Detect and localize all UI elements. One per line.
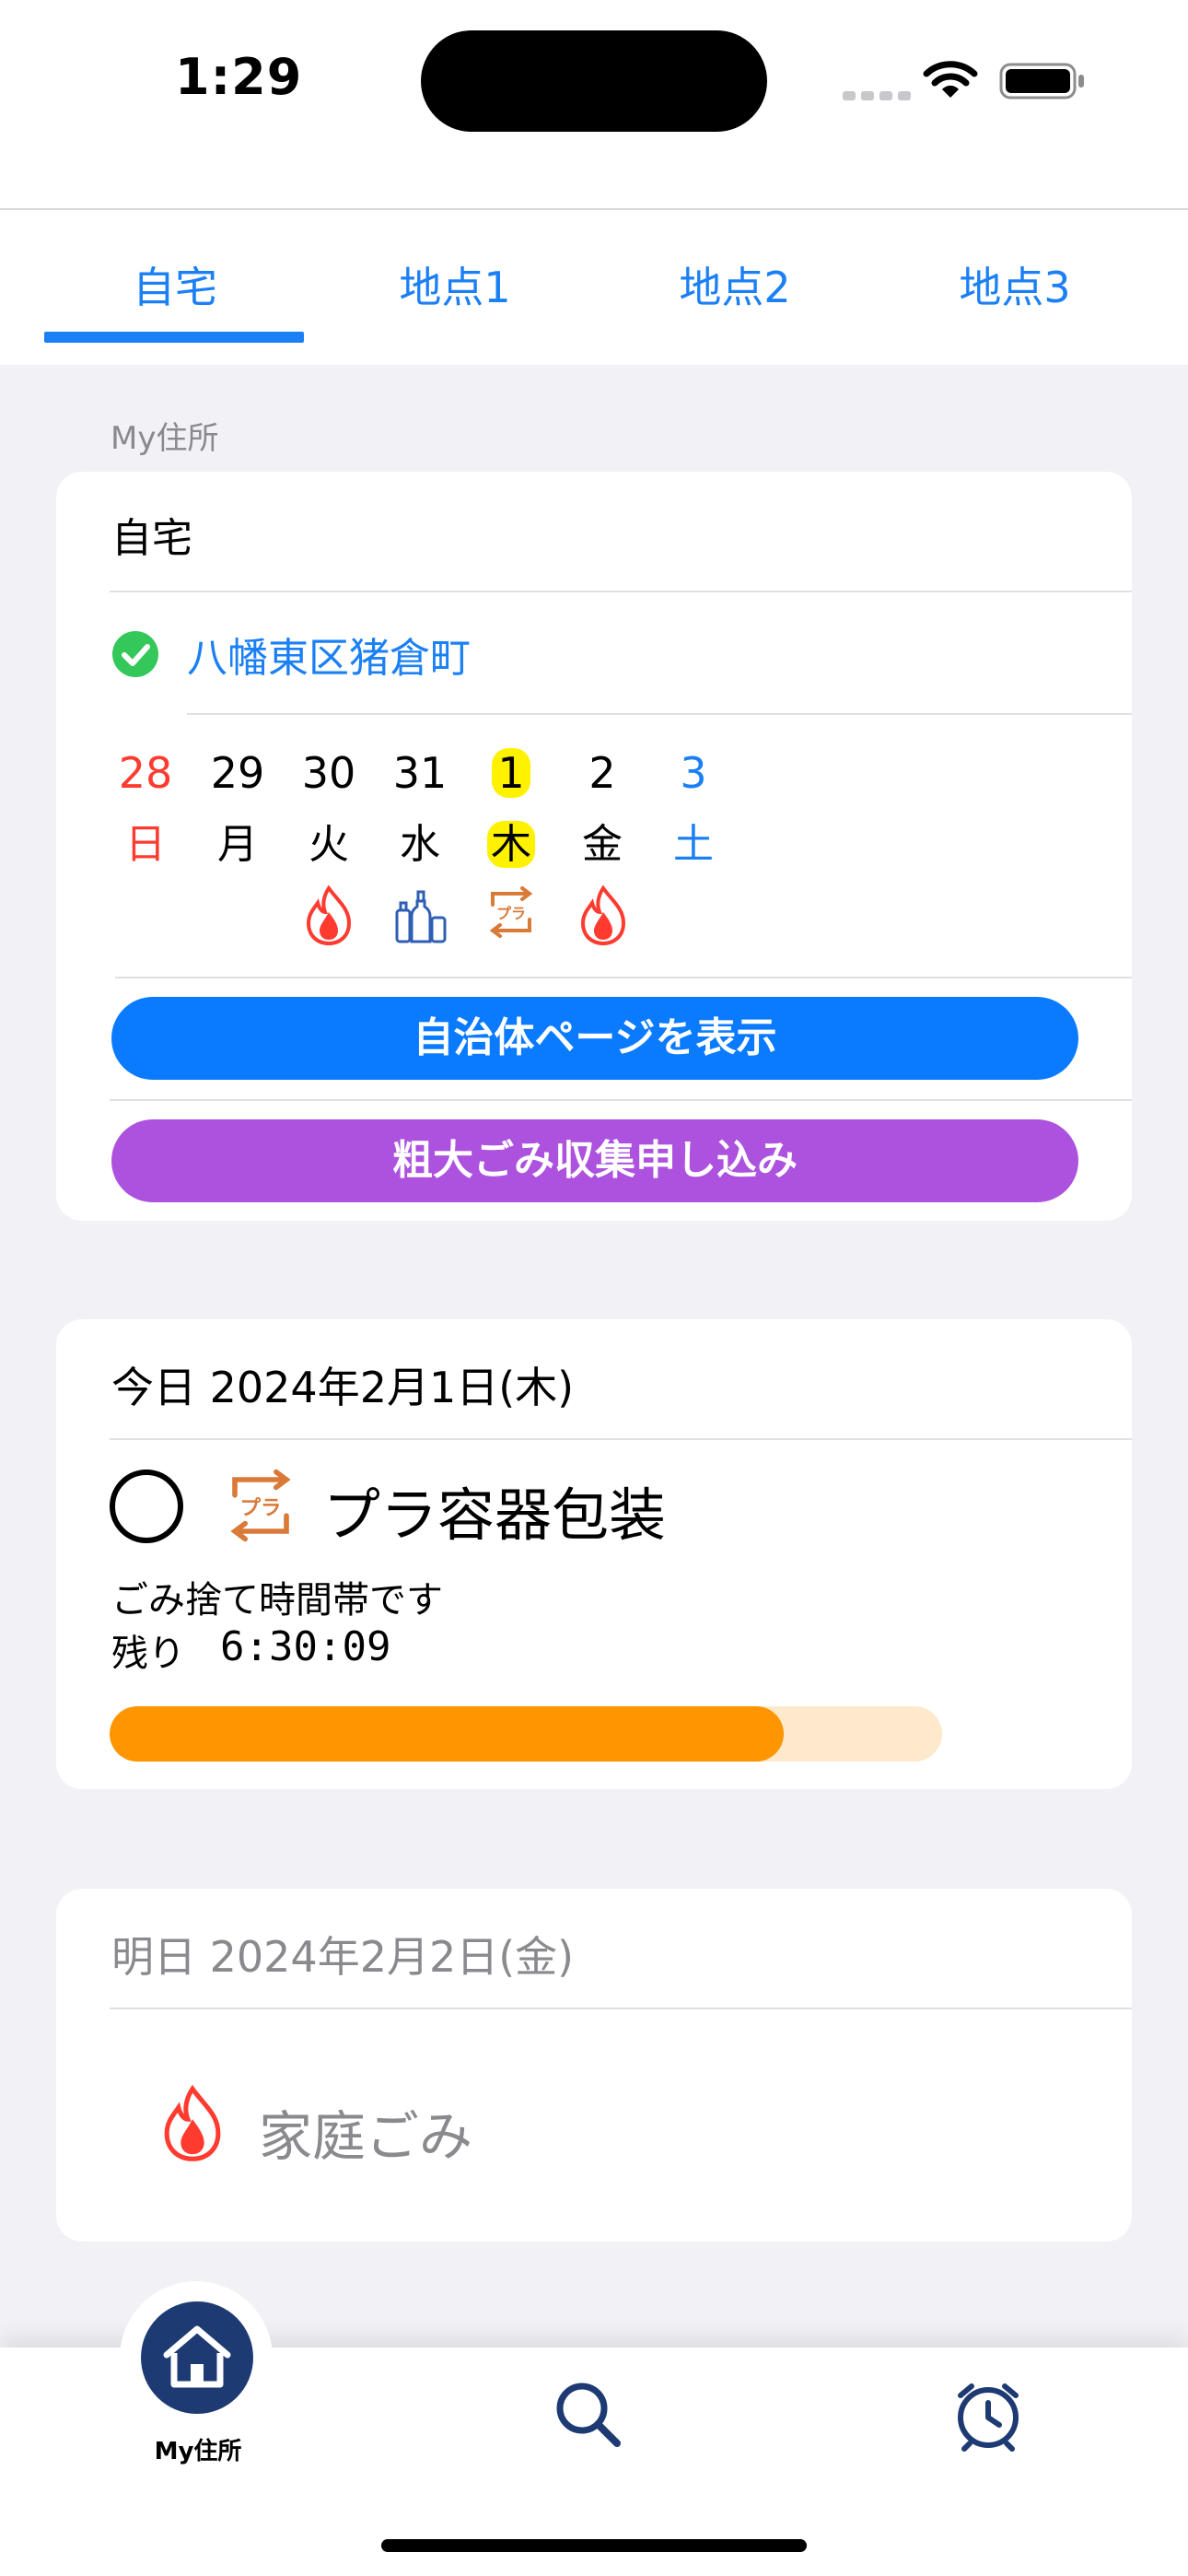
svg-text:プラ: プラ [496, 905, 526, 922]
bulky-waste-request-button[interactable]: 粗大ごみ収集申し込み [111, 1119, 1078, 1202]
wifi-icon [923, 61, 978, 98]
location-name: 自宅 [111, 515, 192, 562]
house-icon [163, 2325, 231, 2388]
divider [115, 977, 1132, 978]
tomorrow-collection-card: 明日 2024年2月2日(金) 家庭ごみ [56, 1889, 1132, 2242]
divider [110, 591, 1132, 592]
calendar-weekday: 月 [217, 821, 258, 868]
remaining-progress-bar [110, 1706, 942, 1762]
alarm-clock-icon[interactable] [951, 2379, 1025, 2453]
tab-location-3[interactable]: 地点3 [886, 254, 1144, 315]
calendar-day-number: 28 [118, 748, 173, 798]
trash-type-label: プラ容器包装 [323, 1481, 667, 1549]
remaining-progress-fill [110, 1706, 785, 1762]
status-time: 1:29 [175, 48, 303, 106]
today-collection-card: 今日 2024年2月1日(木) プラ プラ容器包装 ごみ捨て時間帯です 残り 6… [56, 1319, 1132, 1789]
home-indicator [381, 2539, 807, 2552]
svg-text:プラ: プラ [240, 1496, 282, 1520]
battery-icon [999, 63, 1084, 100]
calendar-day-number-today: 1 [474, 748, 548, 798]
address-link[interactable]: 八幡東区猪倉町 [187, 625, 471, 684]
location-tab-bar: 自宅 地点1 地点2 地点3 [0, 208, 1188, 365]
burnable-trash-icon [164, 2084, 221, 2161]
calendar-weekday: 金 [582, 821, 623, 868]
calendar-weekday: 日 [125, 821, 166, 868]
tab-location-2[interactable]: 地点2 [606, 254, 864, 315]
calendar-weekday: 火 [309, 821, 349, 868]
bottles-cans-icon [395, 890, 447, 943]
calendar-day-number: 30 [301, 748, 356, 798]
divider [187, 713, 1132, 715]
nav-home-button[interactable] [141, 2301, 253, 2414]
calendar-day-number: 2 [588, 748, 616, 798]
divider [110, 2008, 1132, 2009]
home-address-card: 自宅 八幡東区猪倉町 28 29 30 31 1 2 3 日 月 火 水 木 金… [56, 472, 1132, 1221]
remaining-countdown: 6:30:09 [220, 1623, 391, 1670]
tomorrow-date-header: 明日 2024年2月2日(金) [111, 1932, 575, 1982]
burnable-trash-icon [306, 884, 352, 945]
today-date-header: 今日 2024年2月1日(木) [111, 1363, 575, 1412]
tab-home[interactable]: 自宅 [46, 254, 304, 315]
checkmark-icon [112, 631, 158, 677]
search-icon[interactable] [553, 2379, 624, 2451]
calendar-day-number: 29 [210, 748, 265, 798]
divider [110, 1438, 1132, 1440]
trash-type-label: 家庭ごみ [259, 2105, 473, 2168]
divider [110, 1099, 1132, 1101]
remaining-label: 残り [111, 1633, 185, 1675]
tab-selected-indicator [44, 332, 304, 343]
burnable-trash-icon [580, 884, 626, 945]
plastic-packaging-icon: プラ [489, 886, 533, 938]
calendar-day-number: 3 [680, 748, 707, 798]
calendar-weekday: 土 [673, 821, 714, 868]
plastic-packaging-icon: プラ [230, 1469, 291, 1542]
section-header: My住所 [111, 420, 219, 457]
calendar-weekday-today: 木 [474, 811, 548, 870]
calendar-weekday: 水 [400, 821, 440, 868]
dynamic-island [421, 30, 767, 132]
tab-location-1[interactable]: 地点1 [326, 254, 584, 315]
calendar-day-number: 31 [392, 748, 448, 798]
done-checkbox[interactable] [110, 1469, 183, 1543]
cellular-signal-icon [843, 87, 916, 104]
disposal-time-message: ごみ捨て時間帯です [111, 1579, 443, 1622]
open-municipality-page-button[interactable]: 自治体ページを表示 [111, 997, 1078, 1080]
nav-home-label: My住所 [154, 2438, 242, 2465]
